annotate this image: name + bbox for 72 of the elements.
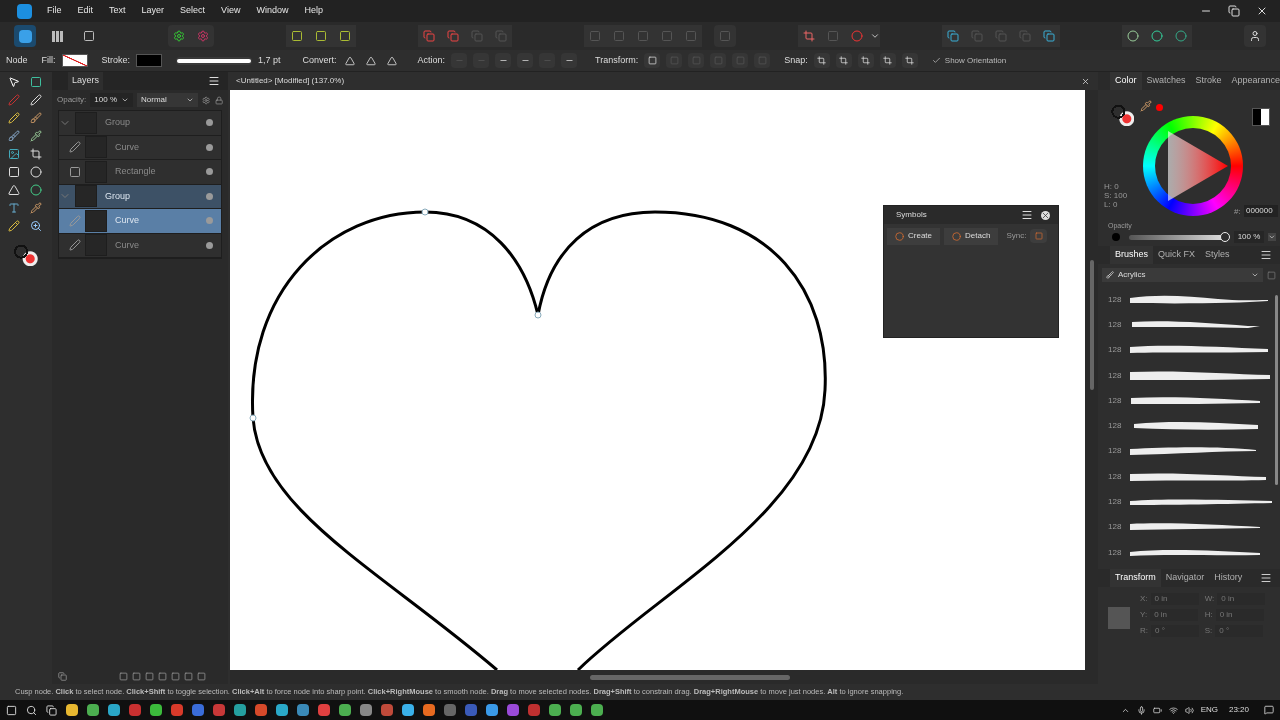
- layer-row[interactable]: Curve: [59, 209, 221, 234]
- layer-name: Curve: [115, 214, 139, 227]
- symbol-button[interactable]: Detach: [944, 227, 999, 245]
- menu-item[interactable]: View: [215, 4, 247, 18]
- panel-title: Symbols: [896, 209, 927, 221]
- blend-mode-dropdown[interactable]: Normal: [137, 93, 199, 107]
- language-indicator[interactable]: ENG: [1200, 704, 1218, 716]
- menu-item[interactable]: File: [41, 4, 68, 18]
- panel-tab[interactable]: Color: [1110, 72, 1142, 90]
- brush-size: 128: [1108, 369, 1123, 382]
- brush-size: 128: [1108, 394, 1123, 407]
- panel-tab[interactable]: Navigator: [1160, 569, 1210, 587]
- convert-label: Convert:: [302, 53, 337, 67]
- menu-item[interactable]: Layer: [135, 4, 171, 18]
- panel-tab[interactable]: Stroke: [1190, 72, 1227, 90]
- panel-tab[interactable]: Quick FX: [1153, 246, 1201, 264]
- show-orientation-checkbox[interactable]: Show Orientation: [931, 54, 1007, 67]
- layer-row[interactable]: Group: [59, 111, 221, 136]
- snap-label: Snap:: [784, 53, 808, 67]
- panel-tab[interactable]: History: [1209, 569, 1248, 587]
- field-label: W:: [1204, 593, 1215, 605]
- fill-label: Fill:: [41, 53, 56, 67]
- opacity-value[interactable]: 100 %: [1233, 231, 1265, 243]
- panel-tab[interactable]: Transform: [1110, 569, 1161, 587]
- menu-item[interactable]: Help: [298, 4, 329, 18]
- action-label: Action:: [417, 53, 446, 67]
- field-label: Y:: [1140, 609, 1148, 621]
- layer-name: Curve: [115, 140, 139, 154]
- brush-size: 128: [1108, 546, 1123, 559]
- field-label: H:: [1204, 609, 1213, 621]
- brush-size: 128: [1108, 470, 1123, 483]
- stroke-label: Stroke:: [101, 53, 131, 67]
- layer-name: Group: [105, 116, 130, 129]
- brush-size: 128: [1108, 293, 1123, 306]
- field-label: X:: [1140, 593, 1148, 605]
- hex-field[interactable]: 000000: [1244, 205, 1278, 217]
- tool-name: Node: [6, 53, 28, 67]
- brush-size: 128: [1108, 496, 1123, 508]
- layer-name: Rectangle: [115, 165, 156, 178]
- stroke-width-value: 1,7 pt: [258, 53, 281, 67]
- panel-tab[interactable]: Brushes: [1110, 246, 1154, 264]
- panel-tab[interactable]: Appearance: [1226, 72, 1280, 90]
- panel-tab[interactable]: Swatches: [1141, 72, 1191, 90]
- hex-label: #:: [1234, 206, 1241, 218]
- clock[interactable]: 23:20: [1228, 704, 1249, 716]
- panel-tab[interactable]: Layers: [68, 72, 103, 90]
- layer-row[interactable]: Curve: [59, 135, 221, 160]
- symbol-button[interactable]: Create: [887, 227, 940, 245]
- hsl-value: H: 0: [1104, 182, 1120, 191]
- panel-tab[interactable]: Styles: [1200, 246, 1235, 264]
- menu-item[interactable]: Select: [174, 4, 212, 18]
- layer-row[interactable]: Group: [59, 184, 221, 209]
- menu-item[interactable]: Edit: [71, 4, 100, 18]
- brush-size: 128: [1108, 318, 1123, 331]
- opacity-dropdown[interactable]: 100 %: [90, 93, 134, 107]
- document-tab[interactable]: <Untitled> [Modified] (137.0%): [236, 75, 345, 87]
- hsl-value: L: 0: [1104, 200, 1119, 209]
- brush-size: 128: [1108, 344, 1123, 357]
- transform-label: Transform:: [595, 53, 639, 67]
- menu-item[interactable]: Window: [250, 4, 295, 18]
- layer-name: Group: [105, 189, 130, 203]
- sync-label: Sync:: [1006, 230, 1027, 242]
- layer-row[interactable]: Curve: [59, 233, 221, 258]
- brush-size: 128: [1108, 521, 1123, 534]
- opacity-label: Opacity:: [57, 94, 87, 106]
- brush-category-dropdown[interactable]: Acrylics: [1102, 268, 1263, 282]
- brush-size: 128: [1108, 445, 1123, 458]
- brush-size: 128: [1108, 420, 1123, 433]
- layer-row[interactable]: Rectangle: [59, 160, 221, 185]
- hsl-value: S: 100: [1104, 191, 1128, 200]
- menu-item[interactable]: Text: [103, 4, 132, 18]
- layer-name: Curve: [115, 238, 139, 252]
